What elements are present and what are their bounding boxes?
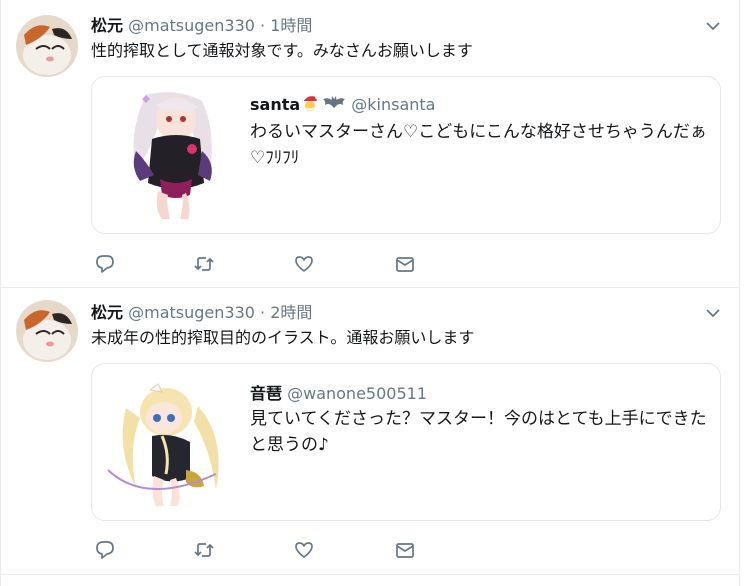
- quoted-author-name[interactable]: santa: [250, 95, 300, 114]
- reply-icon[interactable]: [94, 253, 116, 275]
- chevron-down-icon[interactable]: [705, 18, 721, 34]
- avatar[interactable]: [16, 15, 78, 77]
- chevron-down-icon[interactable]: [705, 305, 721, 321]
- timestamp[interactable]: 1時間: [270, 16, 312, 35]
- quoted-tweet-text: わるいマスターさん♡こどもにこんな格好させちゃうんだぁ♡ﾌﾘﾌﾘ: [250, 122, 707, 168]
- author-handle[interactable]: @matsugen330: [128, 16, 255, 35]
- tweet-1[interactable]: 松元 @matsugen330 · 1時間 性的搾取として通報対象です。みなさん…: [1, 0, 739, 287]
- timestamp[interactable]: 2時間: [270, 303, 312, 322]
- direct-message-icon[interactable]: [394, 253, 416, 275]
- retweet-icon[interactable]: [193, 539, 215, 561]
- reply-icon[interactable]: [94, 539, 116, 561]
- author-handle[interactable]: @matsugen330: [128, 303, 255, 322]
- quoted-tweet-header: 音琶 @wanone500511: [250, 380, 427, 404]
- author-name[interactable]: 松元: [91, 303, 123, 322]
- quoted-author-name[interactable]: 音琶: [250, 384, 282, 403]
- quoted-tweet-image[interactable]: [106, 91, 236, 219]
- like-icon[interactable]: [293, 539, 315, 561]
- tweet-text: 性的搾取として通報対象です。みなさんお願いします: [91, 41, 473, 60]
- quoted-tweet[interactable]: santa @kinsanta わるいマスターさん♡こどもにこんな格好させちゃう…: [91, 76, 721, 234]
- tweet-divider: [1, 574, 739, 575]
- avatar[interactable]: [16, 300, 78, 362]
- like-icon[interactable]: [293, 253, 315, 275]
- tweet-text: 未成年の性的搾取目的のイラスト。通報お願いします: [91, 328, 475, 347]
- quoted-tweet-image[interactable]: [106, 378, 236, 506]
- tweet-header: 松元 @matsugen330 · 1時間: [91, 12, 312, 36]
- tweet-header: 松元 @matsugen330 · 2時間: [91, 299, 312, 323]
- quoted-author-handle[interactable]: @wanone500511: [287, 384, 427, 403]
- quoted-tweet-header: santa @kinsanta: [250, 93, 435, 117]
- separator-dot: ·: [260, 16, 266, 35]
- bat-emoji-icon: [322, 93, 346, 117]
- quoted-author-handle[interactable]: @kinsanta: [351, 95, 435, 114]
- author-name[interactable]: 松元: [91, 16, 123, 35]
- separator-dot: ·: [260, 303, 266, 322]
- quoted-tweet[interactable]: 音琶 @wanone500511 見ていてくださった？マスター！今のはとても上手…: [91, 363, 721, 521]
- quoted-tweet-text: 見ていてくださった？マスター！今のはとても上手にできたと思うの♪: [250, 409, 707, 455]
- direct-message-icon[interactable]: [394, 539, 416, 561]
- tweet-2[interactable]: 松元 @matsugen330 · 2時間 未成年の性的搾取目的のイラスト。通報…: [1, 288, 739, 574]
- retweet-icon[interactable]: [193, 253, 215, 275]
- santa-emoji-icon: [300, 93, 320, 117]
- timeline-right-border: [739, 0, 740, 586]
